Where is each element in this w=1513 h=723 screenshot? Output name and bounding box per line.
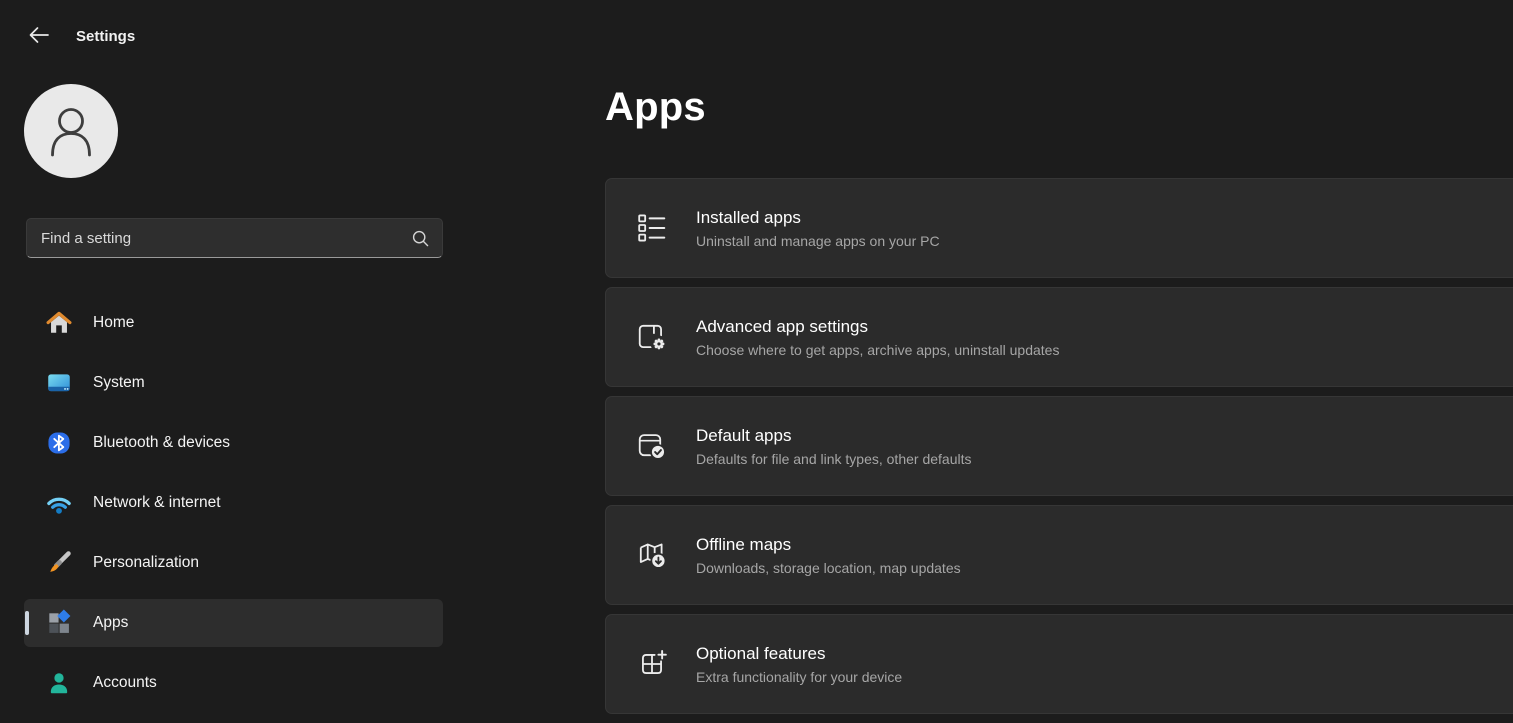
sidebar-item-network[interactable]: Network & internet xyxy=(24,479,443,527)
home-icon xyxy=(45,309,73,337)
accounts-icon xyxy=(45,669,73,697)
titlebar: Settings xyxy=(25,22,135,50)
advanced-app-settings-icon xyxy=(636,321,668,353)
card-title: Installed apps xyxy=(696,208,940,228)
network-icon xyxy=(45,489,73,517)
search-box[interactable] xyxy=(26,218,443,258)
card-default-apps[interactable]: Default apps Defaults for file and link … xyxy=(605,396,1513,496)
sidebar-nav: Home System Bluetooth & devices Network … xyxy=(24,299,443,719)
back-arrow-icon xyxy=(27,23,51,50)
sidebar-item-bluetooth[interactable]: Bluetooth & devices xyxy=(24,419,443,467)
user-avatar xyxy=(24,84,118,178)
default-apps-icon xyxy=(636,430,668,462)
settings-card-list: Installed apps Uninstall and manage apps… xyxy=(605,178,1513,723)
card-offline-maps[interactable]: Offline maps Downloads, storage location… xyxy=(605,505,1513,605)
sidebar-item-system[interactable]: System xyxy=(24,359,443,407)
apps-icon xyxy=(45,609,73,637)
card-title: Optional features xyxy=(696,644,902,664)
search-input[interactable] xyxy=(41,230,411,247)
sidebar-item-apps[interactable]: Apps xyxy=(24,599,443,647)
app-title: Settings xyxy=(76,28,135,45)
optional-features-icon xyxy=(636,648,668,680)
card-subtitle: Choose where to get apps, archive apps, … xyxy=(696,342,1059,358)
personalization-icon xyxy=(45,549,73,577)
card-subtitle: Uninstall and manage apps on your PC xyxy=(696,233,940,249)
sidebar-item-accounts[interactable]: Accounts xyxy=(24,659,443,707)
sidebar-item-personalization[interactable]: Personalization xyxy=(24,539,443,587)
search-icon xyxy=(411,229,430,248)
sidebar-item-label: Personalization xyxy=(93,554,199,572)
card-title: Default apps xyxy=(696,426,971,446)
card-title: Offline maps xyxy=(696,535,961,555)
card-optional-features[interactable]: Optional features Extra functionality fo… xyxy=(605,614,1513,714)
card-subtitle: Downloads, storage location, map updates xyxy=(696,560,961,576)
selected-indicator-pill xyxy=(25,611,29,635)
person-icon xyxy=(24,84,118,178)
card-subtitle: Extra functionality for your device xyxy=(696,669,902,685)
installed-apps-icon xyxy=(636,212,668,244)
bluetooth-icon xyxy=(45,429,73,457)
sidebar-item-label: Home xyxy=(93,314,134,332)
sidebar-item-label: Apps xyxy=(93,614,128,632)
sidebar-item-label: Network & internet xyxy=(93,494,221,512)
card-advanced-app-settings[interactable]: Advanced app settings Choose where to ge… xyxy=(605,287,1513,387)
offline-maps-icon xyxy=(636,539,668,571)
sidebar-item-label: System xyxy=(93,374,145,392)
sidebar-item-label: Accounts xyxy=(93,674,157,692)
sidebar-item-home[interactable]: Home xyxy=(24,299,443,347)
card-installed-apps[interactable]: Installed apps Uninstall and manage apps… xyxy=(605,178,1513,278)
sidebar-item-label: Bluetooth & devices xyxy=(93,434,230,452)
back-button[interactable] xyxy=(25,22,53,50)
page-title: Apps xyxy=(605,85,706,130)
system-icon xyxy=(45,369,73,397)
card-subtitle: Defaults for file and link types, other … xyxy=(696,451,971,467)
card-title: Advanced app settings xyxy=(696,317,1059,337)
